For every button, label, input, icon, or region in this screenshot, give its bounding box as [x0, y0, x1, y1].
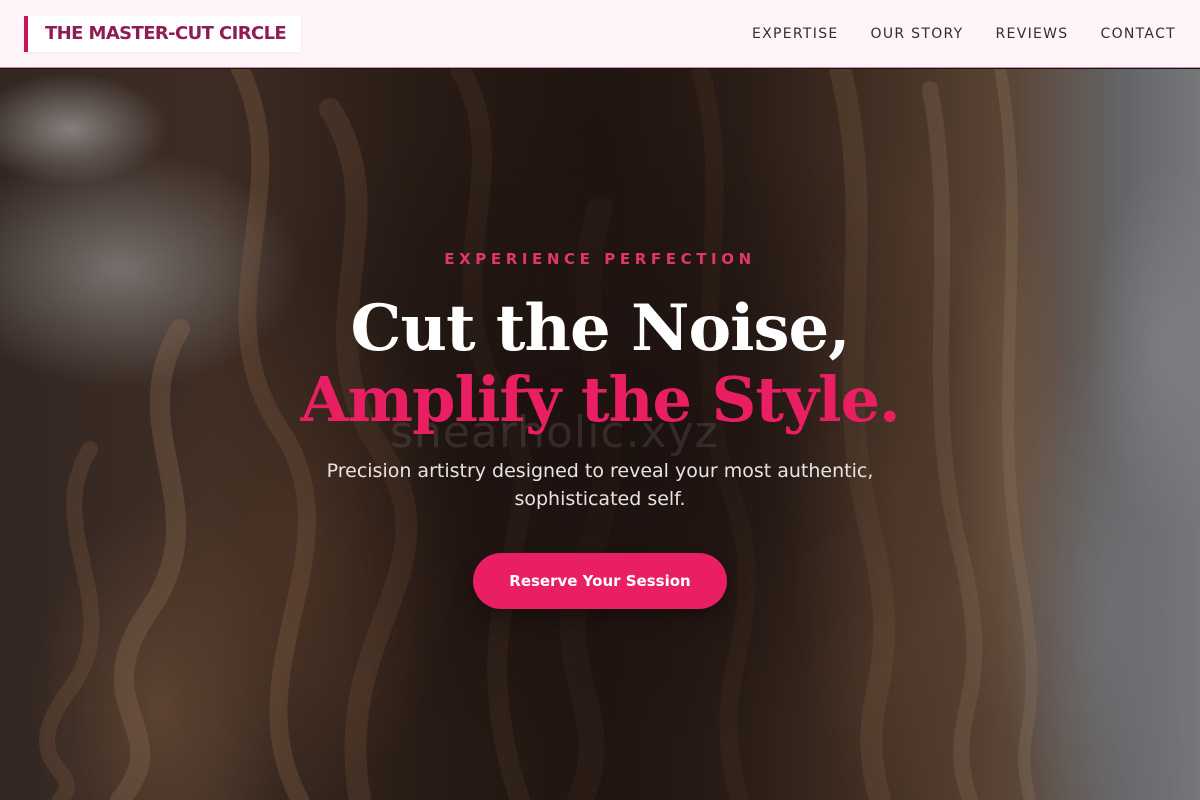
reserve-session-button[interactable]: Reserve Your Session	[473, 553, 727, 609]
hero-section: shearholic.xyz EXPERIENCE PERFECTION Cut…	[0, 69, 1200, 800]
nav-link-expertise[interactable]: EXPERTISE	[752, 26, 839, 42]
hero-eyebrow: EXPERIENCE PERFECTION	[444, 250, 756, 268]
hero-headline-line2: Amplify the Style.	[300, 363, 900, 436]
main-nav: EXPERTISE OUR STORY REVIEWS CONTACT	[752, 26, 1176, 42]
site-header: THE MASTER-CUT CIRCLE EXPERTISE OUR STOR…	[0, 0, 1200, 68]
site-logo[interactable]: THE MASTER-CUT CIRCLE	[24, 15, 302, 52]
nav-link-our-story[interactable]: OUR STORY	[871, 26, 964, 42]
nav-link-reviews[interactable]: REVIEWS	[996, 26, 1069, 42]
hero-content: EXPERIENCE PERFECTION Cut the Noise, Amp…	[0, 69, 1200, 800]
hero-subtext: Precision artistry designed to reveal yo…	[326, 460, 874, 510]
nav-link-contact[interactable]: CONTACT	[1101, 26, 1177, 42]
logo-text[interactable]: THE MASTER-CUT CIRCLE	[45, 23, 287, 44]
